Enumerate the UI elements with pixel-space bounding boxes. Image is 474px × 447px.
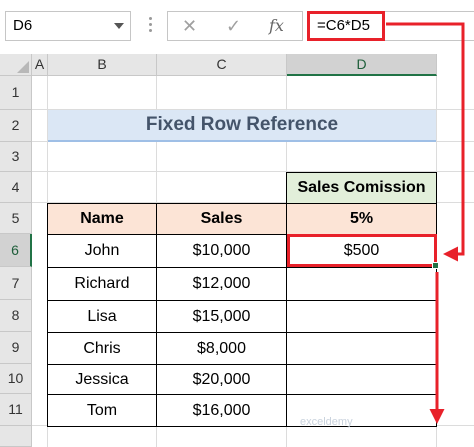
- watermark-logo: exceldemy: [300, 416, 353, 428]
- annotation-arrows: [386, 22, 465, 424]
- formula-to-cell-arrow: [386, 22, 465, 262]
